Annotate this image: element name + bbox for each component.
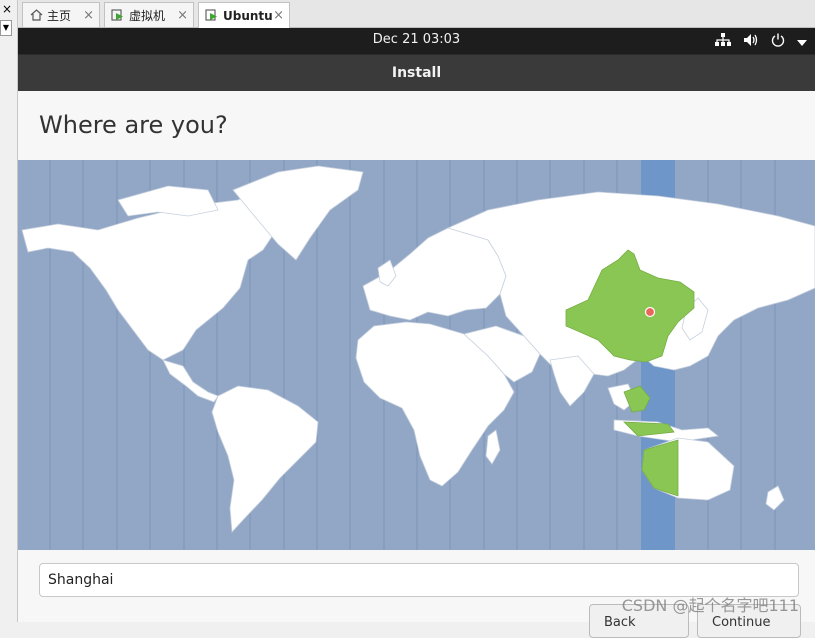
power-icon[interactable] [771, 32, 785, 51]
timezone-map[interactable] [18, 160, 815, 550]
volume-icon[interactable] [743, 32, 759, 51]
vm-icon [111, 8, 125, 22]
window-title: Install [391, 65, 442, 81]
installer-content: Where are you? Shanghai Back Continue [18, 91, 815, 638]
tab-ubuntu[interactable]: Ubuntu × [198, 2, 290, 28]
page-title: Where are you? [39, 111, 228, 139]
system-tray[interactable] [715, 28, 807, 54]
tab-close-icon[interactable]: × [177, 8, 188, 23]
dropdown-arrow-icon[interactable]: ▼ [0, 20, 12, 36]
tab-bar: 主页 × 虚拟机 × Ubuntu × [18, 0, 815, 28]
tab-label: 虚拟机 [129, 8, 166, 23]
watermark: CSDN @起个名字吧111 [621, 596, 799, 615]
system-top-bar: Dec 21 03:03 [18, 28, 815, 54]
menu-arrow-icon[interactable] [797, 32, 807, 51]
clock[interactable]: Dec 21 03:03 [18, 28, 815, 52]
tab-label: Ubuntu [223, 8, 273, 23]
tab-vm[interactable]: 虚拟机 × [104, 2, 194, 27]
left-panel-strip: × ▼ [0, 0, 18, 622]
network-icon[interactable] [715, 32, 731, 51]
tab-home[interactable]: 主页 × [22, 2, 100, 27]
location-marker-icon[interactable] [644, 306, 656, 318]
home-icon [29, 9, 43, 22]
tab-close-icon[interactable]: × [83, 8, 94, 23]
close-icon[interactable]: × [0, 2, 14, 16]
vm-icon [205, 9, 219, 22]
tab-label: 主页 [47, 8, 72, 23]
window-title-bar: Install [18, 54, 815, 91]
tab-close-icon[interactable]: × [273, 8, 284, 23]
